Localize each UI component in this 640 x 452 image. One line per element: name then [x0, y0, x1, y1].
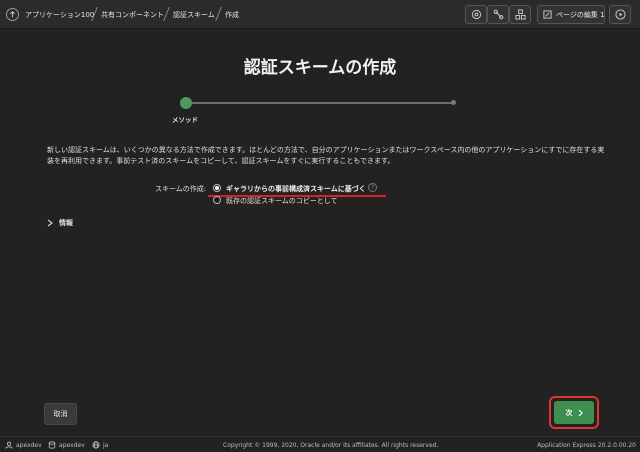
breadcrumb-item-application[interactable]: アプリケーション100 — [25, 10, 94, 20]
wizard-description: 新しい認証スキームは、いくつかの異なる方法で作成できます。ほとんどの方法で、自分… — [47, 146, 605, 165]
wizard-step-marker-active — [180, 97, 192, 109]
info-section-toggle[interactable]: 情報 — [47, 218, 73, 228]
link-icon — [493, 9, 504, 20]
chevron-right-icon — [578, 409, 583, 417]
user-icon — [5, 441, 13, 449]
radio-gallery-scheme[interactable] — [213, 184, 221, 192]
footer-language[interactable]: ja — [92, 441, 108, 449]
up-arrow-icon[interactable] — [6, 8, 19, 21]
next-button-label: 次 — [565, 408, 573, 417]
breadcrumb-item-create: 作成 — [225, 11, 239, 19]
wizard-step-marker-end — [451, 100, 456, 105]
edit-icon — [543, 10, 552, 19]
link-button[interactable] — [487, 5, 509, 24]
shared-components-icon — [514, 9, 526, 20]
help-search-button[interactable] — [465, 5, 487, 24]
run-page-button[interactable] — [609, 5, 631, 24]
page-title: 認証スキームの作成 — [243, 58, 397, 78]
footer: apexdev apexdev ja Copyright © 1999, 202… — [0, 436, 640, 452]
breadcrumb-item-auth-schemes[interactable]: 認証スキーム — [173, 10, 215, 20]
footer-workspace[interactable]: apexdev — [48, 441, 85, 449]
help-icon[interactable]: ? — [368, 183, 377, 192]
scheme-create-label: スキームの作成: — [155, 185, 207, 193]
help-search-icon — [471, 9, 482, 20]
chevron-right-icon — [47, 219, 53, 227]
wizard-step-label: メソッド — [172, 116, 198, 124]
cancel-button[interactable]: 取消 — [44, 403, 77, 425]
edit-page-label: ページの編集 1 — [556, 10, 605, 19]
shared-components-button[interactable] — [509, 5, 531, 24]
wizard-progress-track — [186, 102, 454, 104]
copyright-text: Copyright © 1999, 2020, Oracle and/or it… — [223, 442, 439, 449]
workspace-icon — [48, 441, 56, 449]
breadcrumb-separator — [163, 7, 170, 21]
breadcrumb-separator — [215, 7, 222, 21]
footer-user-label: apexdev — [16, 441, 42, 449]
globe-icon — [92, 441, 100, 449]
run-icon — [614, 9, 626, 20]
radio-gallery-scheme-label[interactable]: ギャラリからの事前構成済スキームに基づく — [226, 184, 366, 194]
radio-copy-existing-label[interactable]: 既存の認証スキームのコピーとして — [226, 196, 338, 206]
next-button[interactable]: 次 — [554, 401, 594, 424]
footer-workspace-label: apexdev — [59, 441, 85, 449]
info-section-label: 情報 — [59, 219, 73, 227]
version-text: Application Express 20.2.0.00.20 — [537, 442, 636, 449]
footer-user[interactable]: apexdev — [5, 441, 42, 449]
footer-language-label: ja — [103, 441, 109, 449]
radio-copy-existing[interactable] — [213, 196, 221, 204]
breadcrumb-item-shared-components[interactable]: 共有コンポーネント — [101, 10, 164, 20]
edit-page-button[interactable]: ページの編集 1 — [537, 5, 605, 24]
top-bar: アプリケーション100 共有コンポーネント 認証スキーム 作成 ページの編集 1 — [0, 0, 640, 29]
